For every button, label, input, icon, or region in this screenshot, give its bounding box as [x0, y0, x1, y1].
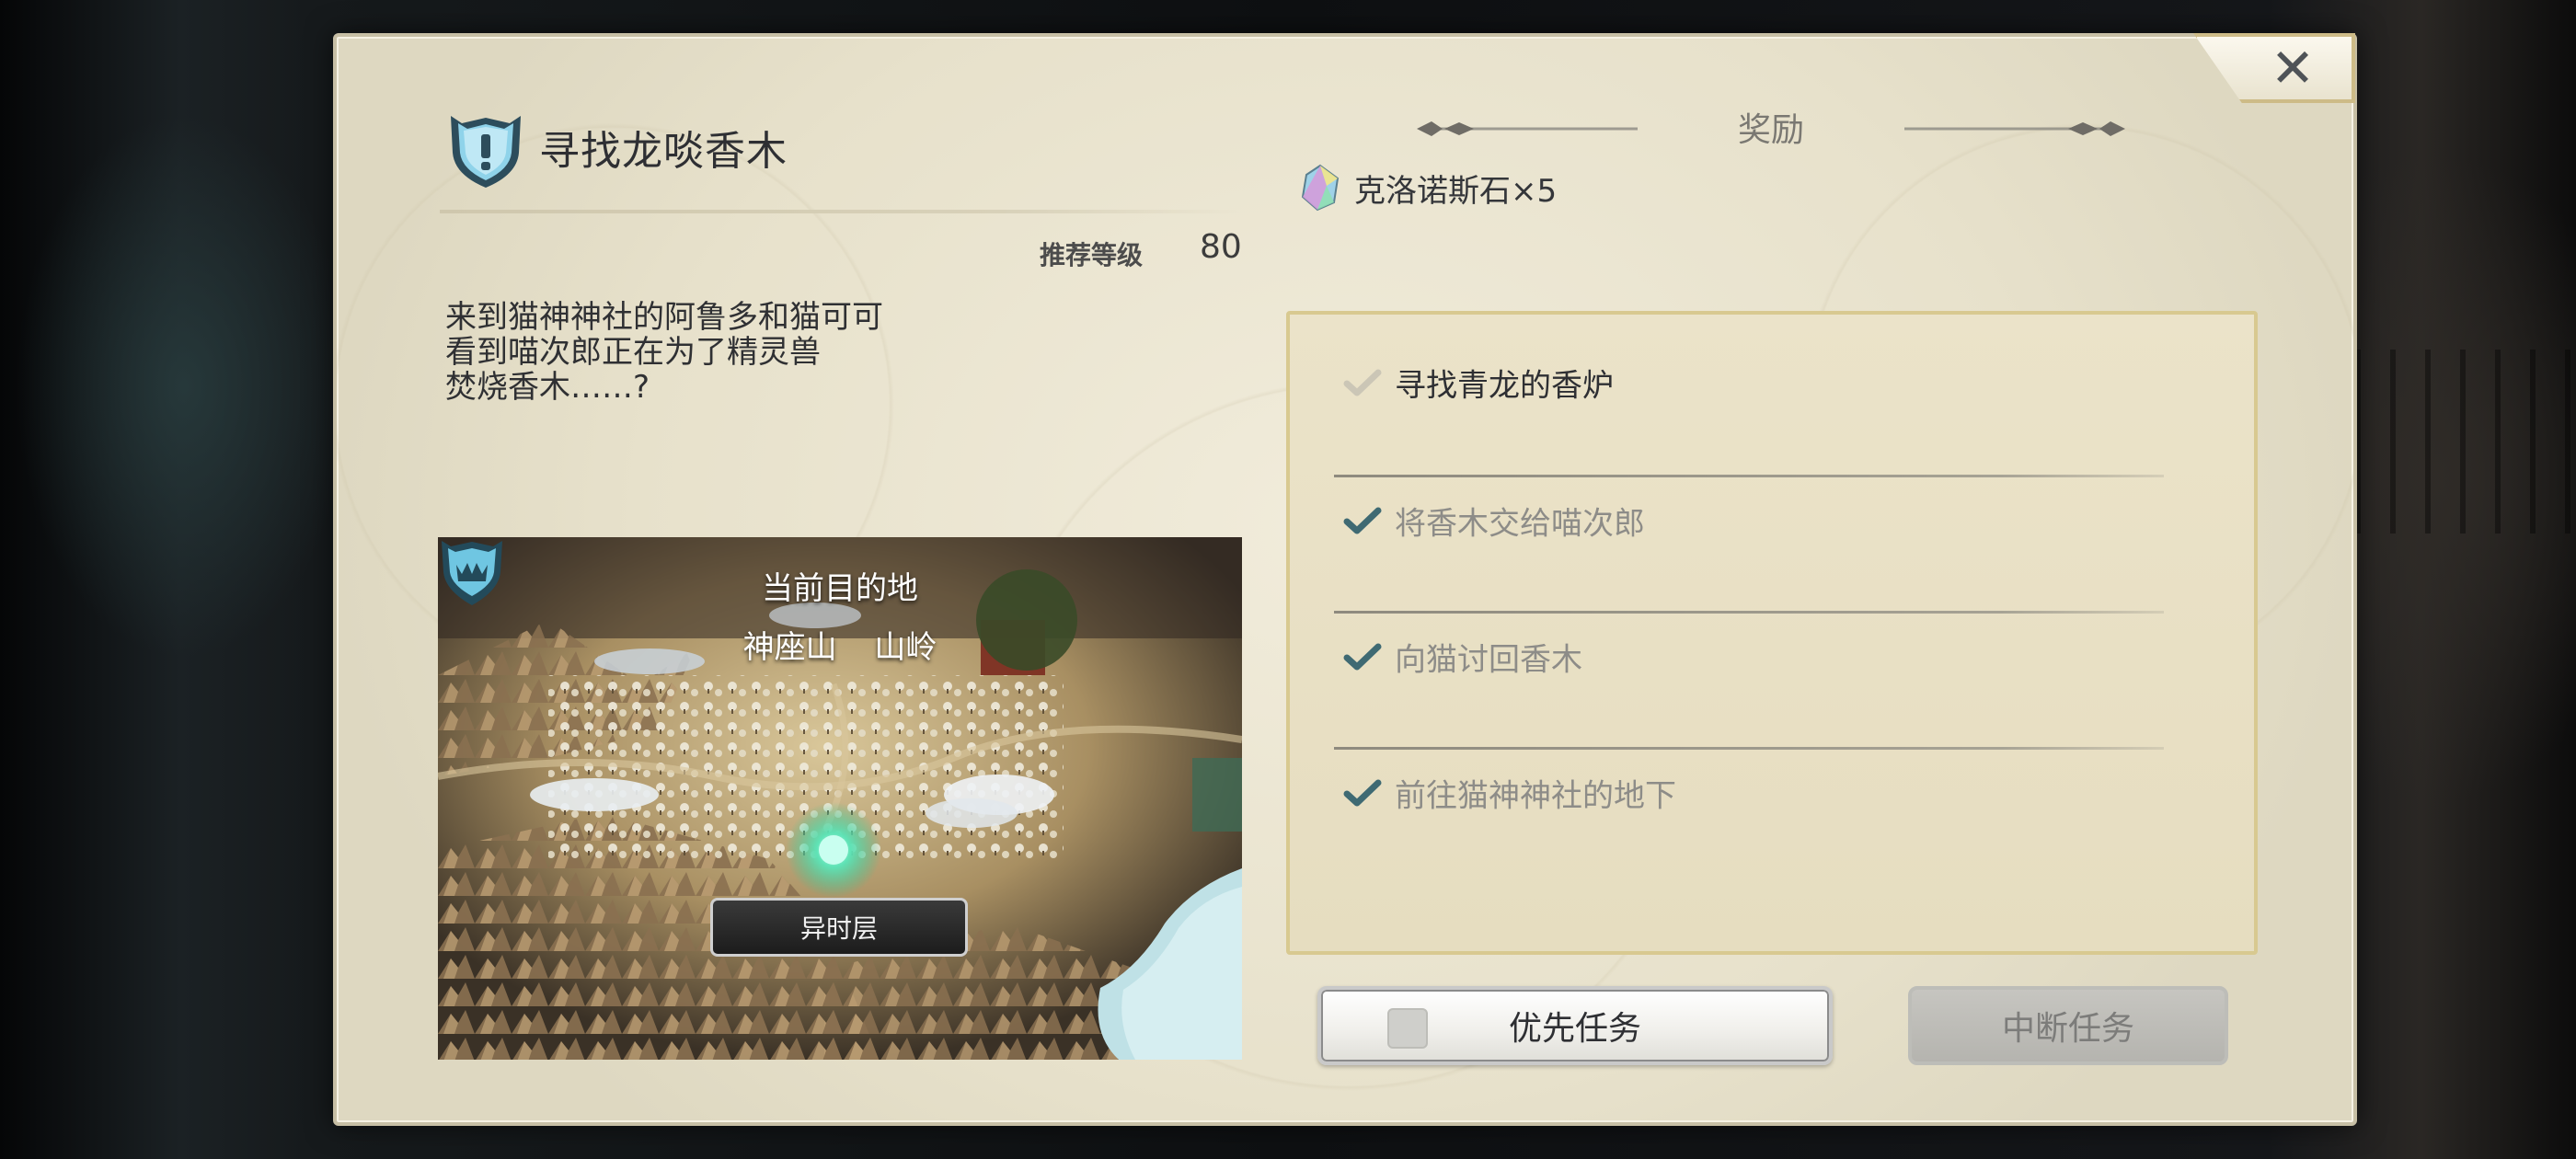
objective-text: 将香木交给喵次郎: [1395, 505, 1645, 543]
recommended-level-label: 推荐等级: [1040, 240, 1144, 270]
current-destination-name: 神座山 山岭: [742, 629, 937, 666]
recommended-level-value: 80: [1200, 228, 1242, 266]
check-icon: [1343, 779, 1382, 807]
chronos-stone-icon: [1301, 164, 1340, 212]
destination-map[interactable]: 当前目的地 神座山 山岭 异时层: [438, 537, 1242, 1060]
objectives-list: 寻找青龙的香炉 将香木交给喵次郎 向猫讨回香木 前往猫神神社的地下: [1286, 311, 2258, 955]
priority-quest-button[interactable]: 优先任务: [1317, 986, 1833, 1065]
background-fence: [2355, 350, 2576, 534]
objective-item: 将香木交给喵次郎: [1290, 453, 2254, 589]
rewards-header: 奖励: [1408, 103, 2134, 155]
title-divider: [440, 210, 1242, 213]
check-icon: [1343, 369, 1382, 396]
objective-item: 向猫讨回香木: [1290, 589, 2254, 725]
description-line: 看到喵次郎正在为了精灵兽: [445, 334, 821, 371]
reward-item[interactable]: 克洛诺斯石×5: [1299, 164, 1557, 212]
description-line: 来到猫神神社的阿鲁多和猫可可: [445, 299, 883, 336]
quest-location-marker-icon: [442, 541, 502, 605]
current-destination-label: 当前目的地: [762, 570, 918, 607]
location-tag: 异时层: [710, 898, 968, 957]
quest-shield-icon: [451, 116, 521, 188]
check-icon: [1343, 507, 1382, 534]
map-terrain: [438, 537, 1242, 1060]
quest-description: 来到猫神神社的阿鲁多和猫可可 看到喵次郎正在为了精灵兽 焚烧香木……?: [445, 300, 960, 405]
check-icon: [1343, 643, 1382, 671]
priority-quest-label: 优先任务: [1508, 1010, 1641, 1048]
quest-title: 寻找龙啖香木: [539, 128, 788, 175]
objective-text: 寻找青龙的香炉: [1395, 367, 1614, 405]
ornament-right-icon: [1904, 121, 2125, 136]
priority-checkbox[interactable]: [1387, 1008, 1428, 1049]
abort-quest-label: 中断任务: [2001, 1010, 2134, 1048]
reward-text: 克洛诺斯石×5: [1354, 172, 1558, 210]
objective-text: 向猫讨回香木: [1395, 641, 1582, 679]
description-line: 焚烧香木……?: [445, 369, 650, 406]
abort-quest-button[interactable]: 中断任务: [1908, 986, 2228, 1065]
objective-item: 前往猫神神社的地下: [1290, 725, 2254, 861]
objective-text: 前往猫神神社的地下: [1395, 777, 1676, 815]
close-icon: ✕: [2270, 37, 2316, 99]
objective-item: 寻找青龙的香炉: [1290, 315, 2254, 451]
